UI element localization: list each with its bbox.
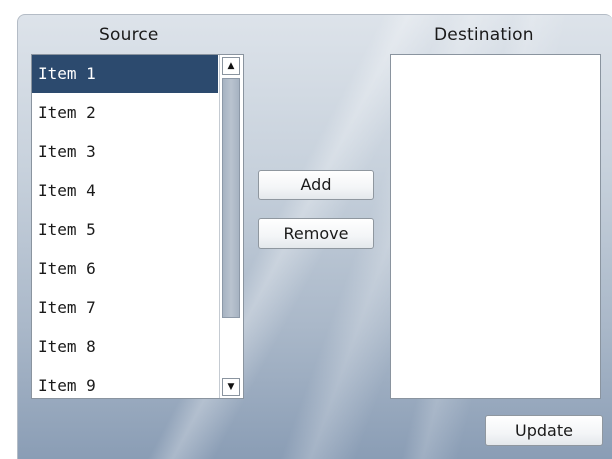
list-item[interactable]: Item 7	[32, 289, 218, 327]
source-listbox[interactable]: Item 1 Item 2 Item 3 Item 4 Item 5 Item …	[31, 54, 244, 399]
list-item[interactable]: Item 3	[32, 133, 218, 171]
list-item[interactable]: Item 6	[32, 250, 218, 288]
list-item[interactable]: Item 1	[32, 55, 218, 93]
remove-button[interactable]: Remove	[258, 218, 374, 249]
list-item[interactable]: Item 4	[32, 172, 218, 210]
scroll-down-arrow-icon[interactable]: ▼	[222, 378, 240, 396]
update-button[interactable]: Update	[485, 415, 603, 446]
scrollbar-thumb[interactable]	[222, 78, 240, 318]
destination-listbox[interactable]	[390, 54, 601, 399]
list-item[interactable]: Item 5	[32, 211, 218, 249]
source-scrollbar[interactable]: ▲ ▼	[219, 55, 243, 398]
destination-label: Destination	[434, 25, 534, 45]
list-item[interactable]: Item 9	[32, 367, 218, 398]
scroll-up-arrow-icon[interactable]: ▲	[222, 57, 240, 75]
list-item[interactable]: Item 8	[32, 328, 218, 366]
source-label: Source	[99, 25, 159, 45]
add-button[interactable]: Add	[258, 170, 374, 200]
list-item[interactable]: Item 2	[32, 94, 218, 132]
